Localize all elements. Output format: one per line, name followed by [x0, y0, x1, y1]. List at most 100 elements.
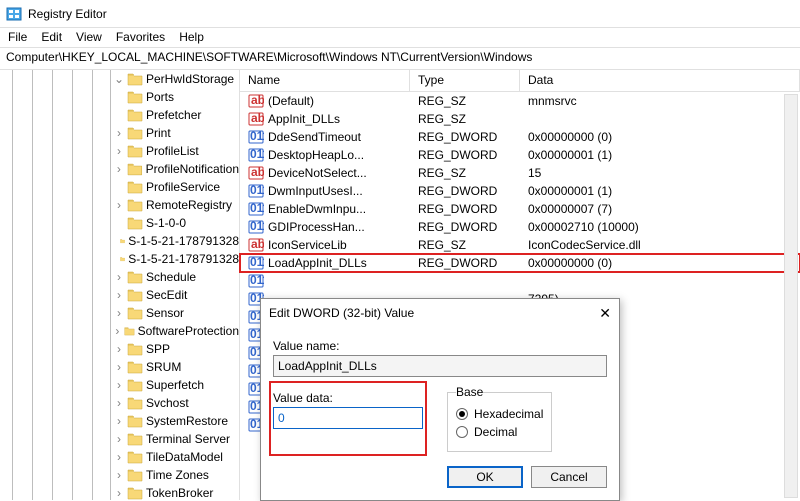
folder-icon: [127, 216, 143, 230]
tree-item-label: Time Zones: [146, 468, 209, 482]
menu-help[interactable]: Help: [179, 30, 204, 45]
tree-item[interactable]: ›Terminal Server: [0, 430, 239, 448]
tree-item-label: ProfileList: [146, 144, 199, 158]
value-row[interactable]: (Default)REG_SZmnmsrvc: [240, 92, 800, 110]
address-bar[interactable]: Computer\HKEY_LOCAL_MACHINE\SOFTWARE\Mic…: [0, 48, 800, 70]
radio-hexadecimal[interactable]: Hexadecimal: [456, 407, 543, 421]
tree-item[interactable]: ›Schedule: [0, 268, 239, 286]
folder-icon: [120, 252, 125, 266]
tree-item[interactable]: ›SoftwareProtection: [0, 322, 239, 340]
value-row[interactable]: AppInit_DLLsREG_SZ: [240, 110, 800, 128]
tree-item-label: SoftwareProtection: [138, 324, 239, 338]
dword-icon: [248, 255, 264, 271]
tree-item[interactable]: ›ProfileList: [0, 142, 239, 160]
tree-item[interactable]: › Sensor: [0, 304, 239, 322]
value-row[interactable]: GDIProcessHan...REG_DWORD0x00002710 (100…: [240, 218, 800, 236]
tree-item[interactable]: ›SystemRestore: [0, 412, 239, 430]
folder-icon: [127, 450, 143, 464]
edit-dword-dialog: Edit DWORD (32-bit) Value ✕ Value name: …: [260, 298, 620, 501]
value-row[interactable]: DwmInputUsesI... REG_DWORD0x00000001 (1): [240, 182, 800, 200]
value-name: DwmInputUsesI...: [268, 184, 363, 198]
folder-icon: [127, 486, 143, 500]
folder-icon: [124, 324, 135, 338]
value-type: REG_DWORD: [410, 184, 520, 198]
value-row[interactable]: LoadAppInit_DLLsREG_DWORD0x00000000 (0): [240, 254, 800, 272]
tree-pane[interactable]: ⌄PerHwIdStoragePortsPrefetcher›Print›Pro…: [0, 70, 240, 500]
string-icon: [248, 93, 264, 109]
regedit-icon: [6, 6, 22, 22]
tree-item[interactable]: ›SRUM: [0, 358, 239, 376]
chevron-icon: ›: [114, 468, 124, 482]
ok-button[interactable]: OK: [447, 466, 523, 488]
tree-item[interactable]: ›ProfileNotification: [0, 160, 239, 178]
string-icon: [248, 237, 264, 253]
cancel-button[interactable]: Cancel: [531, 466, 607, 488]
value-row[interactable]: DesktopHeapLo...REG_DWORD0x00000001 (1): [240, 146, 800, 164]
folder-icon: [127, 432, 143, 446]
tree-item[interactable]: › Time Zones: [0, 466, 239, 484]
menu-view[interactable]: View: [76, 30, 102, 45]
col-name[interactable]: Name: [240, 70, 410, 91]
chevron-icon: ›: [114, 162, 124, 176]
col-data[interactable]: Data: [520, 70, 800, 91]
value-data-input[interactable]: [273, 407, 423, 429]
col-type[interactable]: Type: [410, 70, 520, 91]
tree-item[interactable]: ›TokenBroker: [0, 484, 239, 500]
tree-item[interactable]: Ports: [0, 88, 239, 106]
titlebar: Registry Editor: [0, 0, 800, 28]
value-data: 0x00000001 (1): [520, 148, 800, 162]
folder-icon: [127, 144, 143, 158]
value-data: 0x00000001 (1): [520, 184, 800, 198]
value-row[interactable]: [240, 272, 800, 290]
tree-item[interactable]: S-1-0-0: [0, 214, 239, 232]
folder-icon: [127, 162, 143, 176]
tree-item[interactable]: ProfileService: [0, 178, 239, 196]
folder-icon: [127, 414, 143, 428]
folder-icon: [127, 306, 143, 320]
radio-decimal[interactable]: Decimal: [456, 425, 543, 439]
folder-icon: [120, 234, 125, 248]
value-type: REG_DWORD: [410, 130, 520, 144]
menu-favorites[interactable]: Favorites: [116, 30, 165, 45]
value-row[interactable]: EnableDwmInpu...REG_DWORD0x00000007 (7): [240, 200, 800, 218]
tree-item[interactable]: S-1-5-21-178791328: [0, 250, 239, 268]
tree-item[interactable]: ›Superfetch: [0, 376, 239, 394]
dword-icon: [248, 201, 264, 217]
dword-icon: [248, 219, 264, 235]
value-row[interactable]: DeviceNotSelect...REG_SZ15: [240, 164, 800, 182]
dword-icon: [248, 273, 264, 289]
close-icon[interactable]: ✕: [599, 305, 611, 322]
radio-icon: [456, 426, 468, 438]
tree-item-label: SPP: [146, 342, 170, 356]
dialog-title: Edit DWORD (32-bit) Value: [269, 306, 414, 320]
tree-item-label: TileDataModel: [146, 450, 223, 464]
menu-edit[interactable]: Edit: [41, 30, 62, 45]
string-icon: [248, 165, 264, 181]
folder-icon: [127, 360, 143, 374]
tree-item-label: Sensor: [146, 306, 184, 320]
scrollbar[interactable]: [784, 94, 798, 498]
value-name: LoadAppInit_DLLs: [268, 256, 367, 270]
tree-item[interactable]: ›Print: [0, 124, 239, 142]
menu-file[interactable]: File: [8, 30, 27, 45]
tree-item[interactable]: ›SPP: [0, 340, 239, 358]
folder-icon: [127, 72, 143, 86]
tree-item[interactable]: ›Svchost: [0, 394, 239, 412]
value-row[interactable]: DdeSendTimeoutREG_DWORD0x00000000 (0): [240, 128, 800, 146]
tree-item[interactable]: Prefetcher: [0, 106, 239, 124]
tree-item[interactable]: ⌄PerHwIdStorage: [0, 70, 239, 88]
tree-item[interactable]: ›TileDataModel: [0, 448, 239, 466]
tree-item[interactable]: ›SecEdit: [0, 286, 239, 304]
folder-icon: [127, 342, 143, 356]
value-type: REG_SZ: [410, 238, 520, 252]
value-row[interactable]: IconServiceLibREG_SZIconCodecService.dll: [240, 236, 800, 254]
chevron-icon: ›: [114, 378, 124, 392]
value-name: EnableDwmInpu...: [268, 202, 366, 216]
folder-icon: [127, 198, 143, 212]
tree-item[interactable]: S-1-5-21-178791328: [0, 232, 239, 250]
value-data: IconCodecService.dll: [520, 238, 800, 252]
chevron-icon: ›: [114, 306, 124, 320]
folder-icon: [127, 90, 143, 104]
tree-item[interactable]: ›RemoteRegistry: [0, 196, 239, 214]
value-type: REG_DWORD: [410, 256, 520, 270]
